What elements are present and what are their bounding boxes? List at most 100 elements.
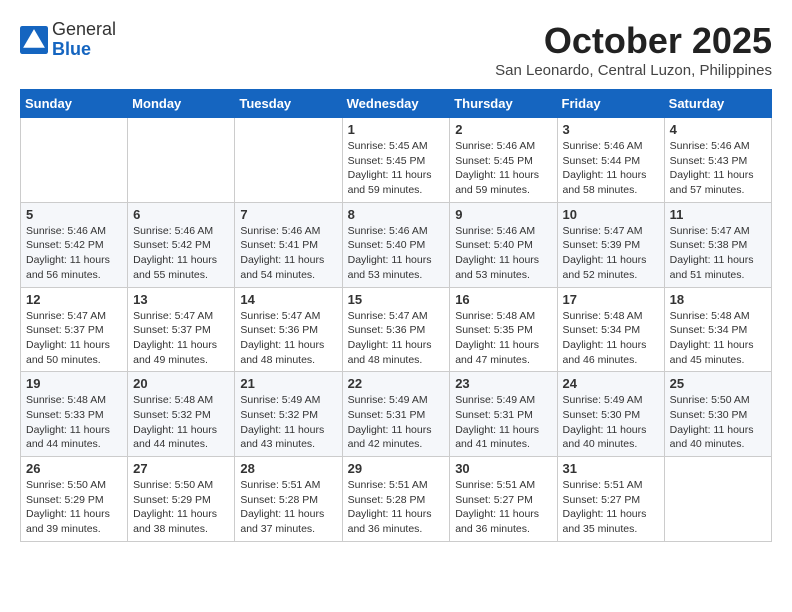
day-info: Sunrise: 5:49 AMSunset: 5:31 PMDaylight:… bbox=[348, 393, 445, 452]
weekday-header: Tuesday bbox=[235, 90, 342, 118]
day-number: 13 bbox=[133, 292, 229, 307]
calendar-cell: 31 Sunrise: 5:51 AMSunset: 5:27 PMDaylig… bbox=[557, 457, 664, 542]
calendar-cell: 24 Sunrise: 5:49 AMSunset: 5:30 PMDaylig… bbox=[557, 372, 664, 457]
calendar-cell: 25 Sunrise: 5:50 AMSunset: 5:30 PMDaylig… bbox=[664, 372, 771, 457]
day-info: Sunrise: 5:48 AMSunset: 5:32 PMDaylight:… bbox=[133, 393, 229, 452]
day-number: 31 bbox=[563, 461, 659, 476]
day-number: 29 bbox=[348, 461, 445, 476]
calendar-cell: 9 Sunrise: 5:46 AMSunset: 5:40 PMDayligh… bbox=[450, 202, 557, 287]
day-number: 30 bbox=[455, 461, 551, 476]
calendar-cell: 18 Sunrise: 5:48 AMSunset: 5:34 PMDaylig… bbox=[664, 287, 771, 372]
day-info: Sunrise: 5:51 AMSunset: 5:27 PMDaylight:… bbox=[563, 478, 659, 537]
logo-general: General bbox=[52, 20, 116, 40]
calendar-header-row: SundayMondayTuesdayWednesdayThursdayFrid… bbox=[21, 90, 772, 118]
month-title: October 2025 bbox=[495, 20, 772, 62]
day-number: 22 bbox=[348, 376, 445, 391]
day-info: Sunrise: 5:48 AMSunset: 5:34 PMDaylight:… bbox=[563, 309, 659, 368]
day-info: Sunrise: 5:47 AMSunset: 5:37 PMDaylight:… bbox=[133, 309, 229, 368]
calendar-cell: 4 Sunrise: 5:46 AMSunset: 5:43 PMDayligh… bbox=[664, 118, 771, 203]
weekday-header: Saturday bbox=[664, 90, 771, 118]
day-number: 9 bbox=[455, 207, 551, 222]
calendar-week-row: 5 Sunrise: 5:46 AMSunset: 5:42 PMDayligh… bbox=[21, 202, 772, 287]
day-info: Sunrise: 5:49 AMSunset: 5:30 PMDaylight:… bbox=[563, 393, 659, 452]
calendar-cell bbox=[235, 118, 342, 203]
day-info: Sunrise: 5:46 AMSunset: 5:45 PMDaylight:… bbox=[455, 139, 551, 198]
calendar-cell: 16 Sunrise: 5:48 AMSunset: 5:35 PMDaylig… bbox=[450, 287, 557, 372]
calendar-week-row: 26 Sunrise: 5:50 AMSunset: 5:29 PMDaylig… bbox=[21, 457, 772, 542]
calendar-cell: 11 Sunrise: 5:47 AMSunset: 5:38 PMDaylig… bbox=[664, 202, 771, 287]
calendar-cell: 2 Sunrise: 5:46 AMSunset: 5:45 PMDayligh… bbox=[450, 118, 557, 203]
day-number: 11 bbox=[670, 207, 766, 222]
day-number: 21 bbox=[240, 376, 336, 391]
day-number: 15 bbox=[348, 292, 445, 307]
calendar-cell: 5 Sunrise: 5:46 AMSunset: 5:42 PMDayligh… bbox=[21, 202, 128, 287]
day-number: 18 bbox=[670, 292, 766, 307]
day-info: Sunrise: 5:50 AMSunset: 5:29 PMDaylight:… bbox=[133, 478, 229, 537]
calendar-cell bbox=[128, 118, 235, 203]
day-info: Sunrise: 5:46 AMSunset: 5:40 PMDaylight:… bbox=[348, 224, 445, 283]
day-number: 5 bbox=[26, 207, 122, 222]
day-number: 10 bbox=[563, 207, 659, 222]
day-info: Sunrise: 5:45 AMSunset: 5:45 PMDaylight:… bbox=[348, 139, 445, 198]
logo: General Blue bbox=[20, 20, 116, 60]
calendar-cell: 17 Sunrise: 5:48 AMSunset: 5:34 PMDaylig… bbox=[557, 287, 664, 372]
day-info: Sunrise: 5:49 AMSunset: 5:32 PMDaylight:… bbox=[240, 393, 336, 452]
day-number: 7 bbox=[240, 207, 336, 222]
calendar-cell: 7 Sunrise: 5:46 AMSunset: 5:41 PMDayligh… bbox=[235, 202, 342, 287]
day-info: Sunrise: 5:46 AMSunset: 5:41 PMDaylight:… bbox=[240, 224, 336, 283]
calendar-cell: 29 Sunrise: 5:51 AMSunset: 5:28 PMDaylig… bbox=[342, 457, 450, 542]
logo-blue: Blue bbox=[52, 40, 116, 60]
day-number: 20 bbox=[133, 376, 229, 391]
calendar-week-row: 19 Sunrise: 5:48 AMSunset: 5:33 PMDaylig… bbox=[21, 372, 772, 457]
day-info: Sunrise: 5:48 AMSunset: 5:35 PMDaylight:… bbox=[455, 309, 551, 368]
day-info: Sunrise: 5:49 AMSunset: 5:31 PMDaylight:… bbox=[455, 393, 551, 452]
day-number: 19 bbox=[26, 376, 122, 391]
day-info: Sunrise: 5:47 AMSunset: 5:38 PMDaylight:… bbox=[670, 224, 766, 283]
weekday-header: Monday bbox=[128, 90, 235, 118]
day-number: 1 bbox=[348, 122, 445, 137]
day-info: Sunrise: 5:50 AMSunset: 5:30 PMDaylight:… bbox=[670, 393, 766, 452]
day-number: 12 bbox=[26, 292, 122, 307]
calendar-cell: 26 Sunrise: 5:50 AMSunset: 5:29 PMDaylig… bbox=[21, 457, 128, 542]
weekday-header: Thursday bbox=[450, 90, 557, 118]
location-title: San Leonardo, Central Luzon, Philippines bbox=[495, 62, 772, 79]
calendar-cell: 1 Sunrise: 5:45 AMSunset: 5:45 PMDayligh… bbox=[342, 118, 450, 203]
day-number: 23 bbox=[455, 376, 551, 391]
day-number: 2 bbox=[455, 122, 551, 137]
calendar-week-row: 12 Sunrise: 5:47 AMSunset: 5:37 PMDaylig… bbox=[21, 287, 772, 372]
calendar-cell: 10 Sunrise: 5:47 AMSunset: 5:39 PMDaylig… bbox=[557, 202, 664, 287]
weekday-header: Friday bbox=[557, 90, 664, 118]
day-info: Sunrise: 5:48 AMSunset: 5:33 PMDaylight:… bbox=[26, 393, 122, 452]
day-info: Sunrise: 5:51 AMSunset: 5:28 PMDaylight:… bbox=[240, 478, 336, 537]
calendar-cell bbox=[21, 118, 128, 203]
day-info: Sunrise: 5:51 AMSunset: 5:27 PMDaylight:… bbox=[455, 478, 551, 537]
day-info: Sunrise: 5:46 AMSunset: 5:40 PMDaylight:… bbox=[455, 224, 551, 283]
calendar-cell: 27 Sunrise: 5:50 AMSunset: 5:29 PMDaylig… bbox=[128, 457, 235, 542]
day-info: Sunrise: 5:47 AMSunset: 5:37 PMDaylight:… bbox=[26, 309, 122, 368]
calendar-cell: 28 Sunrise: 5:51 AMSunset: 5:28 PMDaylig… bbox=[235, 457, 342, 542]
day-number: 16 bbox=[455, 292, 551, 307]
day-info: Sunrise: 5:46 AMSunset: 5:44 PMDaylight:… bbox=[563, 139, 659, 198]
calendar-cell bbox=[664, 457, 771, 542]
day-number: 4 bbox=[670, 122, 766, 137]
calendar-cell: 8 Sunrise: 5:46 AMSunset: 5:40 PMDayligh… bbox=[342, 202, 450, 287]
calendar-cell: 13 Sunrise: 5:47 AMSunset: 5:37 PMDaylig… bbox=[128, 287, 235, 372]
day-info: Sunrise: 5:46 AMSunset: 5:42 PMDaylight:… bbox=[133, 224, 229, 283]
weekday-header: Sunday bbox=[21, 90, 128, 118]
calendar-cell: 12 Sunrise: 5:47 AMSunset: 5:37 PMDaylig… bbox=[21, 287, 128, 372]
day-number: 24 bbox=[563, 376, 659, 391]
day-number: 26 bbox=[26, 461, 122, 476]
calendar-cell: 19 Sunrise: 5:48 AMSunset: 5:33 PMDaylig… bbox=[21, 372, 128, 457]
day-number: 14 bbox=[240, 292, 336, 307]
page-header: General Blue October 2025 San Leonardo, … bbox=[20, 20, 772, 79]
day-number: 25 bbox=[670, 376, 766, 391]
day-info: Sunrise: 5:50 AMSunset: 5:29 PMDaylight:… bbox=[26, 478, 122, 537]
calendar-cell: 20 Sunrise: 5:48 AMSunset: 5:32 PMDaylig… bbox=[128, 372, 235, 457]
calendar-cell: 3 Sunrise: 5:46 AMSunset: 5:44 PMDayligh… bbox=[557, 118, 664, 203]
day-number: 6 bbox=[133, 207, 229, 222]
day-info: Sunrise: 5:48 AMSunset: 5:34 PMDaylight:… bbox=[670, 309, 766, 368]
weekday-header: Wednesday bbox=[342, 90, 450, 118]
day-number: 27 bbox=[133, 461, 229, 476]
logo-icon bbox=[20, 26, 48, 54]
calendar-cell: 14 Sunrise: 5:47 AMSunset: 5:36 PMDaylig… bbox=[235, 287, 342, 372]
